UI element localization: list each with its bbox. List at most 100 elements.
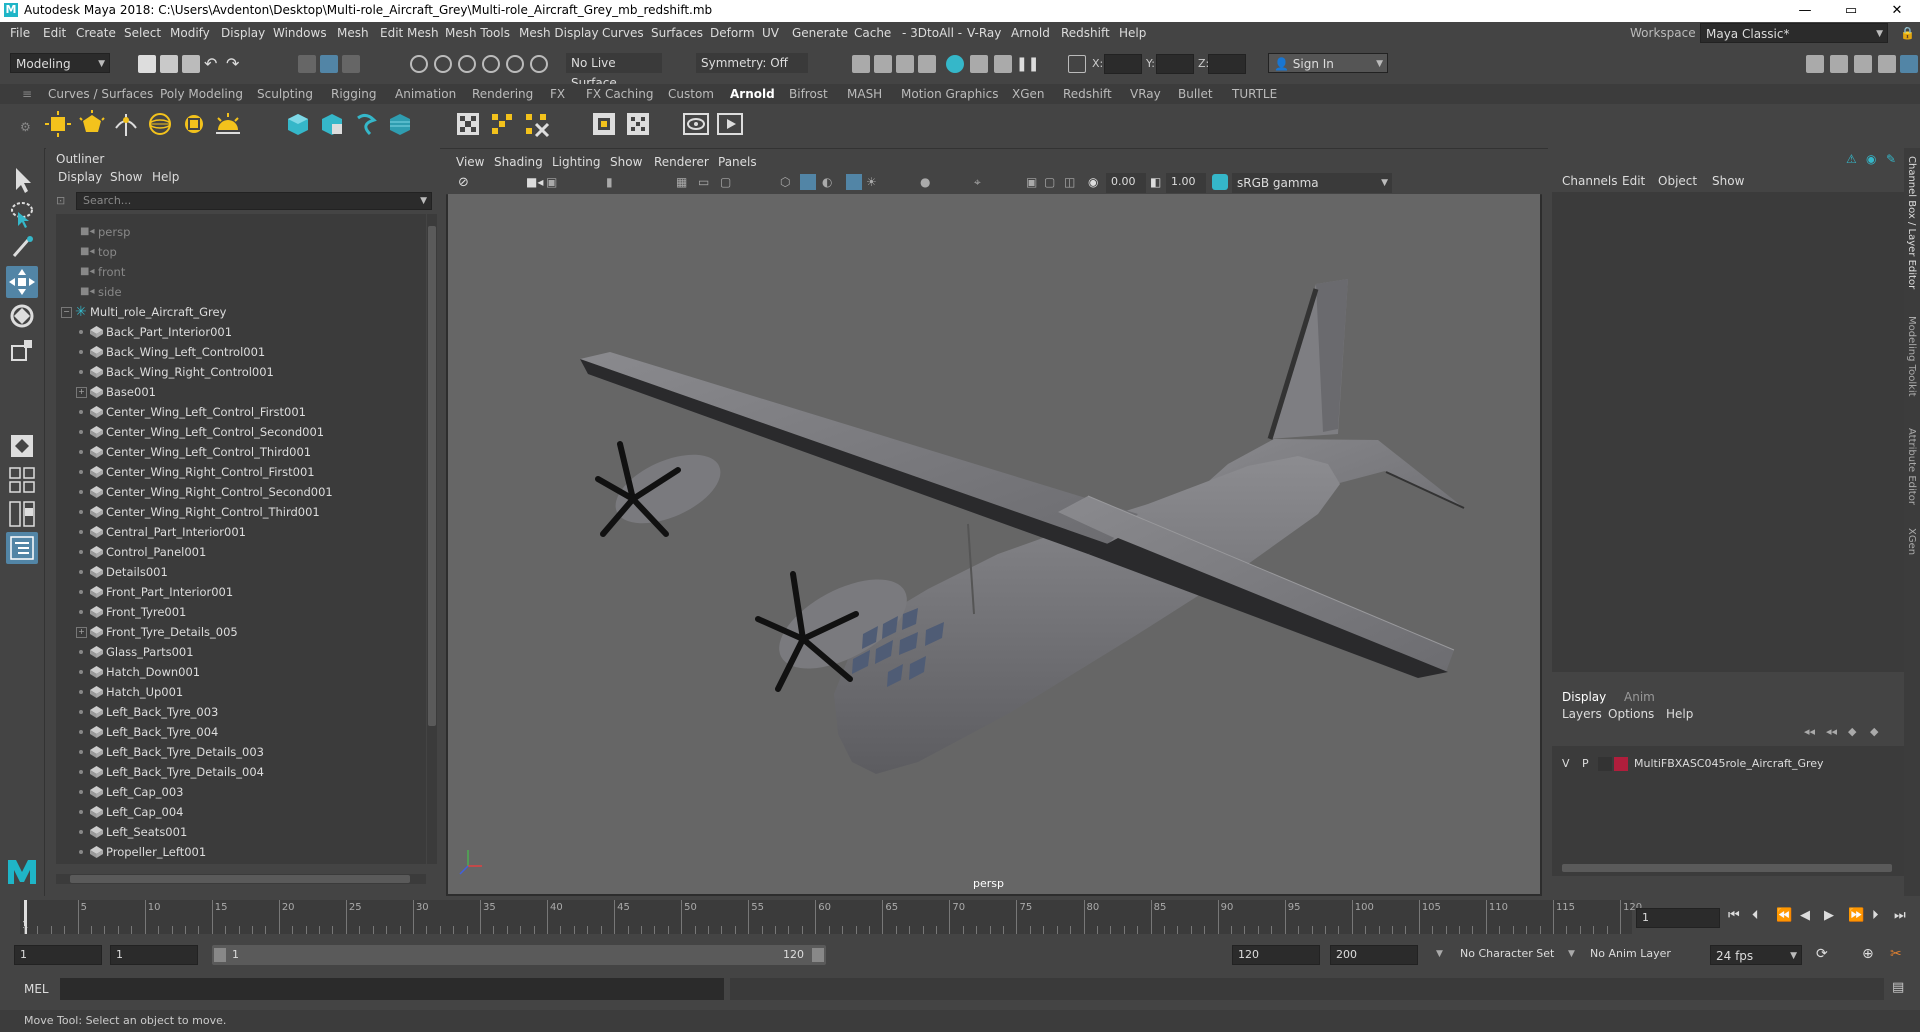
shelf-tab-turtle[interactable]: TURTLE (1232, 87, 1277, 101)
step-forward-key-icon[interactable]: ⏩ (1848, 908, 1864, 923)
animation-end-field[interactable]: 200 (1330, 945, 1418, 965)
pause-icon[interactable]: ❚❚ (1016, 55, 1039, 73)
menu-deform[interactable]: Deform (710, 26, 755, 40)
curve-collector-icon[interactable] (352, 110, 380, 138)
menu-curves[interactable]: Curves (602, 26, 644, 40)
attribute-editor-icon[interactable] (1854, 55, 1872, 73)
menu-file[interactable]: File (10, 26, 30, 40)
render-settings-icon[interactable] (918, 55, 936, 73)
channel-box-icon[interactable] (1900, 55, 1918, 73)
list-item[interactable]: Front_Part_Interior001 (56, 582, 426, 602)
tab-display[interactable]: Display (1562, 690, 1606, 704)
step-back-key-icon[interactable]: ⏪ (1776, 908, 1792, 923)
list-item[interactable]: Left_Back_Tyre_Details_003 (56, 742, 426, 762)
menu-cache[interactable]: Cache (854, 26, 891, 40)
select-component-icon[interactable] (342, 55, 360, 73)
chevron-down-icon[interactable]: ▼ (1436, 949, 1443, 959)
outliner-search-input[interactable]: Search... ▼ (76, 192, 432, 210)
list-item[interactable]: Hatch_Down001 (56, 662, 426, 682)
menu-edit[interactable]: Edit (43, 26, 66, 40)
layer-scrollbar[interactable] (1562, 864, 1892, 872)
menu-help[interactable]: Help (1119, 26, 1146, 40)
menu-select[interactable]: Select (124, 26, 161, 40)
list-item-group[interactable]: − ✳ Multi_role_Aircraft_Grey (56, 302, 426, 322)
select-tool-icon[interactable] (6, 164, 38, 196)
human-ik-icon[interactable] (1830, 55, 1848, 73)
list-item[interactable]: Back_Wing_Left_Control001 (56, 342, 426, 362)
physical-sky-icon[interactable] (214, 110, 242, 138)
redo-icon[interactable]: ↷ (226, 55, 244, 73)
layer-menu-layers[interactable]: Layers (1562, 707, 1602, 721)
snap-view-icon[interactable] (482, 55, 500, 73)
minimize-button[interactable]: — (1782, 0, 1828, 22)
list-item[interactable]: Central_Part_Interior001 (56, 522, 426, 542)
hypershade-icon[interactable] (946, 55, 964, 73)
flush-cache-icon[interactable] (488, 110, 516, 138)
isolate-select-icon[interactable]: ⌖ (974, 175, 981, 190)
mesh-light-icon[interactable] (78, 110, 106, 138)
play-render-icon[interactable] (716, 110, 744, 138)
menu-surfaces[interactable]: Surfaces (651, 26, 703, 40)
ipr-render-icon[interactable] (896, 55, 914, 73)
four-pane-layout-icon[interactable] (6, 464, 38, 496)
menu-windows[interactable]: Windows (273, 26, 327, 40)
layer-menu-help[interactable]: Help (1666, 707, 1693, 721)
camera-attributes-icon[interactable]: ▣ (546, 175, 557, 189)
render-view-icon[interactable] (454, 110, 482, 138)
layer-menu-options[interactable]: Options (1608, 707, 1654, 721)
symmetry-dropdown[interactable]: Symmetry: Off (696, 53, 808, 73)
gamma-icon[interactable]: ◧ (1150, 175, 1161, 189)
side-tab-xgen[interactable]: XGen (1906, 528, 1917, 555)
scale-tool-icon[interactable] (6, 334, 38, 366)
single-pane-layout-icon[interactable] (6, 430, 38, 462)
list-item[interactable]: + Front_Tyre_Details_005 (56, 622, 426, 642)
menu-generate[interactable]: Generate (792, 26, 848, 40)
command-input[interactable] (60, 978, 724, 1000)
live-surface-field[interactable]: No Live Surface (566, 53, 662, 90)
render-view-icon[interactable] (970, 55, 988, 73)
magic-icon[interactable] (994, 55, 1012, 73)
standin-icon[interactable] (284, 110, 312, 138)
workspace-dropdown[interactable]: Maya Classic* ▼ (1700, 23, 1888, 43)
layer-row[interactable]: V P MultiFBXASC045role_Aircraft_Grey (1552, 754, 1904, 774)
list-item[interactable]: Left_Back_Tyre_003 (56, 702, 426, 722)
list-item[interactable]: Front_Tyre001 (56, 602, 426, 622)
camera-tool-icon[interactable]: ◉ (1866, 152, 1876, 166)
exposure-field[interactable]: 0.00 (1106, 173, 1146, 193)
list-item[interactable]: Left_Cap_004 (56, 802, 426, 822)
x-field[interactable] (1104, 54, 1142, 74)
expand-icon[interactable]: + (76, 387, 87, 398)
lights-icon[interactable]: ☀ (866, 175, 877, 189)
shelf-tab-xgen[interactable]: XGen (1012, 87, 1045, 101)
arnold-aov-icon[interactable] (624, 110, 652, 138)
menu-edit-mesh[interactable]: Edit Mesh (380, 26, 439, 40)
range-end-handle[interactable] (812, 948, 824, 962)
volume-icon[interactable] (386, 110, 414, 138)
color-space-dropdown[interactable]: sRGB gamma ▼ (1232, 173, 1392, 193)
list-item[interactable]: Left_Seats001 (56, 822, 426, 842)
playback-end-field[interactable]: 120 (1232, 945, 1320, 965)
z-field[interactable] (1208, 54, 1246, 74)
hud-icon[interactable]: ▢ (1044, 175, 1055, 189)
shelf-tab-mash[interactable]: MASH (847, 87, 882, 101)
menu-3dtoall[interactable]: - 3DtoAll - (902, 26, 962, 40)
camera-icon[interactable]: ■◂ (526, 175, 543, 189)
move-tool-icon[interactable] (6, 266, 38, 298)
skydome-light-icon[interactable] (146, 110, 174, 138)
list-item[interactable]: Left_Back_Tyre_Details_004 (56, 762, 426, 782)
menu-mesh-display[interactable]: Mesh Display (519, 26, 599, 40)
tab-anim[interactable]: Anim (1624, 690, 1655, 704)
list-item[interactable]: Center_Wing_Right_Control_Third001 (56, 502, 426, 522)
shelf-tab-redshift[interactable]: Redshift (1063, 87, 1112, 101)
channel-box-menu-channels[interactable]: Channels (1562, 174, 1618, 188)
list-item[interactable]: Left_Cap_003 (56, 782, 426, 802)
viewport-scene[interactable]: persp (448, 194, 1540, 894)
outliner-menu-help[interactable]: Help (152, 170, 179, 184)
shelf-tab-rigging[interactable]: Rigging (331, 87, 376, 101)
light-portal-icon[interactable] (180, 110, 208, 138)
viewport-menu-view[interactable]: View (456, 155, 484, 169)
channel-box-area[interactable] (1552, 192, 1904, 672)
textured-icon[interactable]: ◐ (822, 175, 832, 189)
shelf-tab-arnold[interactable]: Arnold (730, 87, 775, 101)
fps-dropdown[interactable]: 24 fps ▼ (1710, 945, 1802, 965)
